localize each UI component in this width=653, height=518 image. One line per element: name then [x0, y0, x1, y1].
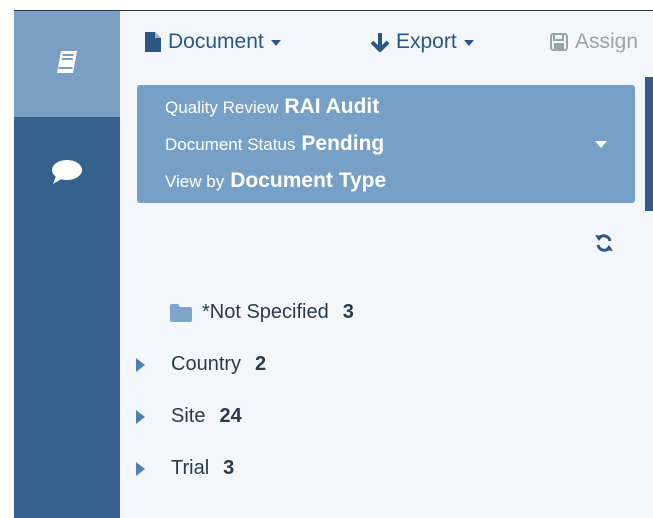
filter-panel[interactable]: Quality Review RAI Audit Document Status P…	[137, 85, 635, 203]
arrow-down-icon	[371, 32, 389, 52]
side-panel-edge	[645, 77, 653, 211]
tree-item-trial[interactable]: Trial 3	[136, 457, 234, 480]
export-menu-label: Export	[396, 30, 457, 53]
chevron-down-icon[interactable]	[595, 141, 607, 148]
document-status-label: Document Status	[165, 135, 296, 154]
view-by-row: View by Document Type	[165, 169, 386, 193]
tree-item-label: *Not Specified	[202, 301, 329, 323]
folder-icon	[170, 303, 192, 322]
tree-item-site[interactable]: Site 24	[136, 405, 242, 428]
refresh-button[interactable]	[594, 233, 614, 258]
caret-right-icon[interactable]	[136, 357, 145, 372]
caret-right-icon[interactable]	[136, 461, 145, 476]
tree-item-country[interactable]: Country 2	[136, 353, 266, 376]
file-icon	[145, 32, 161, 52]
floppy-disk-icon	[550, 33, 568, 51]
rail-button-documents[interactable]	[14, 11, 120, 117]
assign-button[interactable]: Assign	[550, 27, 638, 57]
caret-right-icon[interactable]	[136, 409, 145, 424]
document-status-value: Pending	[301, 132, 385, 155]
assign-label: Assign	[575, 30, 639, 53]
tree-item-count: 2	[255, 353, 267, 375]
quality-review-row: Quality Review RAI Audit	[165, 95, 379, 119]
tree-item-count: 24	[219, 405, 242, 427]
tree-item-not-specified[interactable]: *Not Specified 3	[170, 301, 354, 324]
view-by-label: View by	[165, 172, 225, 191]
chevron-down-icon	[463, 40, 474, 46]
rail-button-comments[interactable]	[14, 117, 120, 231]
quality-review-value: RAI Audit	[284, 95, 380, 118]
left-rail	[14, 11, 120, 518]
view-by-value: Document Type	[230, 169, 387, 192]
chat-bubble-icon	[50, 158, 84, 191]
book-icon	[52, 47, 82, 82]
chevron-down-icon	[270, 40, 281, 46]
app-window: Document Export Assign Quality Review RA…	[14, 10, 653, 518]
tree-item-label: Site	[171, 405, 206, 427]
tree-item-label: Trial	[171, 457, 210, 479]
export-menu-button[interactable]: Export	[371, 27, 474, 57]
toolbar: Document Export Assign	[120, 11, 653, 77]
tree-item-count: 3	[342, 301, 354, 323]
refresh-icon	[594, 234, 614, 257]
tree-item-label: Country	[171, 353, 242, 375]
quality-review-label: Quality Review	[165, 98, 279, 117]
main-content: Document Export Assign Quality Review RA…	[120, 11, 653, 518]
document-status-row: Document Status Pending	[165, 132, 384, 156]
tree-item-count: 3	[223, 457, 235, 479]
document-menu-button[interactable]: Document	[145, 27, 281, 57]
document-menu-label: Document	[168, 30, 264, 53]
